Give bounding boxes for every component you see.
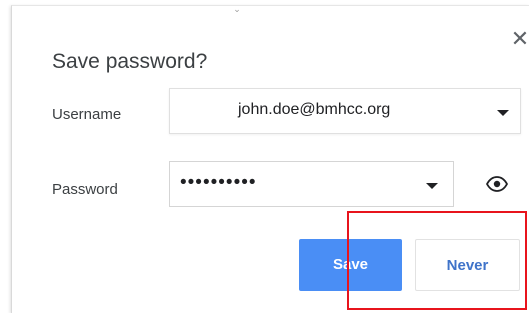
save-password-dialog: ⌄ Save password? ✕ Username john.doe@bmh… <box>11 5 529 313</box>
password-select[interactable]: •••••••••• <box>169 161 454 207</box>
chevron-down-icon <box>426 183 438 189</box>
eye-icon[interactable] <box>485 176 509 192</box>
password-value: •••••••••• <box>180 172 257 193</box>
screenshot-stage: ⌄ Save password? ✕ Username john.doe@bmh… <box>0 0 529 313</box>
password-label: Password <box>52 181 118 198</box>
username-label: Username <box>52 106 122 123</box>
eye-icon-graphic <box>485 176 509 192</box>
bubble-anchor: ⌄ <box>233 4 241 14</box>
save-button[interactable]: Save <box>299 239 402 291</box>
dialog-title: Save password? <box>52 50 208 73</box>
close-icon[interactable]: ✕ <box>508 28 529 52</box>
chevron-down-icon <box>497 110 509 116</box>
never-button[interactable]: Never <box>415 239 520 291</box>
username-value: john.doe@bmhcc.org <box>238 101 391 118</box>
username-select[interactable]: john.doe@bmhcc.org <box>169 88 521 134</box>
